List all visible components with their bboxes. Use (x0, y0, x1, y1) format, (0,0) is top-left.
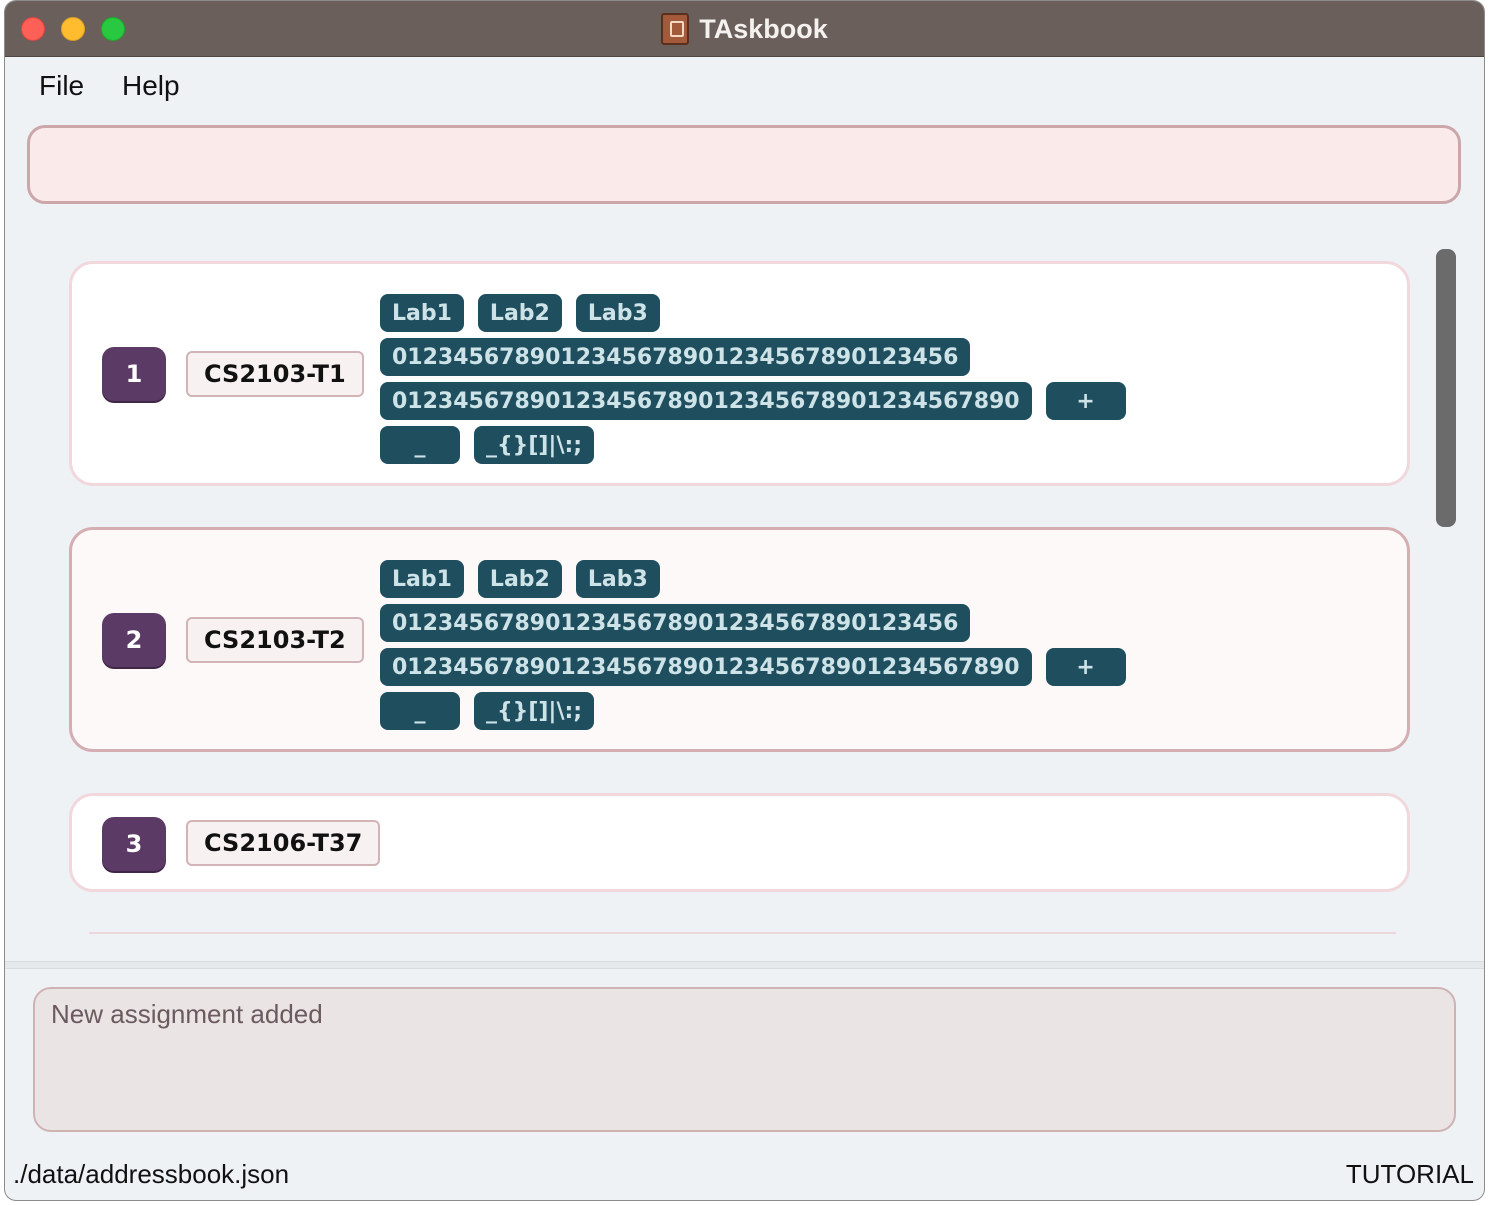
split-pane-divider[interactable] (5, 961, 1484, 969)
menu-help[interactable]: Help (122, 70, 180, 102)
tag: _ (380, 426, 460, 464)
tag: Lab3 (575, 560, 660, 598)
scrollbar-thumb[interactable] (1436, 249, 1456, 527)
window-title: TAskbook (699, 13, 828, 44)
card-index-badge: 3 (102, 817, 166, 871)
window-title-group: TAskbook (5, 11, 1484, 47)
tag: Lab2 (477, 294, 562, 332)
list-card[interactable]: 3 CS2106-T37 (69, 793, 1410, 892)
result-display: New assignment added (33, 987, 1456, 1132)
status-file-path: ./data/addressbook.json (13, 1159, 290, 1189)
tag-row: 0123456789012345678901234567890123456789… (380, 382, 1126, 420)
tag: + (1045, 648, 1126, 686)
menu-file[interactable]: File (39, 70, 84, 102)
tag: 0123456789012345678901234567890123456 (380, 338, 971, 376)
tag-row: _ _{}[]|\:; (380, 426, 1120, 464)
card-tags: Lab1 Lab2 Lab3 0123456789012345678901234… (380, 560, 1126, 736)
tag-row: Lab1 Lab2 Lab3 (380, 560, 1120, 598)
tag-row: 0123456789012345678901234567890123456 (380, 338, 1120, 376)
tag-row: _ _{}[]|\:; (380, 692, 1120, 730)
card-index-badge: 2 (102, 613, 166, 667)
title-bar[interactable]: TAskbook (5, 1, 1484, 57)
status-mode: TUTORIAL (1345, 1159, 1474, 1189)
card-index-badge: 1 (102, 347, 166, 401)
list-card-selected[interactable]: 2 CS2103-T2 Lab1 Lab2 Lab3 0123456789012… (69, 527, 1410, 752)
tag: _ (380, 692, 460, 730)
command-input[interactable] (27, 125, 1461, 204)
tag: Lab2 (477, 560, 562, 598)
tag-row: Lab1 Lab2 Lab3 (380, 294, 1120, 332)
assignment-list[interactable]: 1 CS2103-T1 Lab1 Lab2 Lab3 0123456789012… (5, 209, 1484, 961)
card-name: CS2103-T2 (186, 617, 364, 663)
tag: _{}[]|\:; (474, 426, 595, 464)
menu-bar: File Help (5, 58, 1484, 116)
addressbook-icon (661, 13, 690, 45)
tag: Lab1 (380, 560, 464, 598)
card-name: CS2106-T37 (186, 820, 381, 866)
tag: Lab1 (380, 294, 464, 332)
tag-row: 0123456789012345678901234567890123456 (380, 604, 1120, 642)
tag: + (1045, 382, 1126, 420)
tag: 0123456789012345678901234567890123456789… (380, 648, 1032, 686)
tag: 0123456789012345678901234567890123456789… (380, 382, 1032, 420)
tag: Lab3 (575, 294, 660, 332)
tag: _{}[]|\:; (474, 692, 595, 730)
list-divider (89, 932, 1396, 934)
tag: 0123456789012345678901234567890123456 (380, 604, 971, 642)
card-name: CS2103-T1 (186, 351, 364, 397)
card-tags: Lab1 Lab2 Lab3 0123456789012345678901234… (380, 294, 1126, 470)
list-card[interactable]: 1 CS2103-T1 Lab1 Lab2 Lab3 0123456789012… (69, 261, 1410, 486)
tag-row: 0123456789012345678901234567890123456789… (380, 648, 1126, 686)
app-window: TAskbook File Help 1 CS2103-T1 Lab1 Lab2… (4, 0, 1485, 1201)
